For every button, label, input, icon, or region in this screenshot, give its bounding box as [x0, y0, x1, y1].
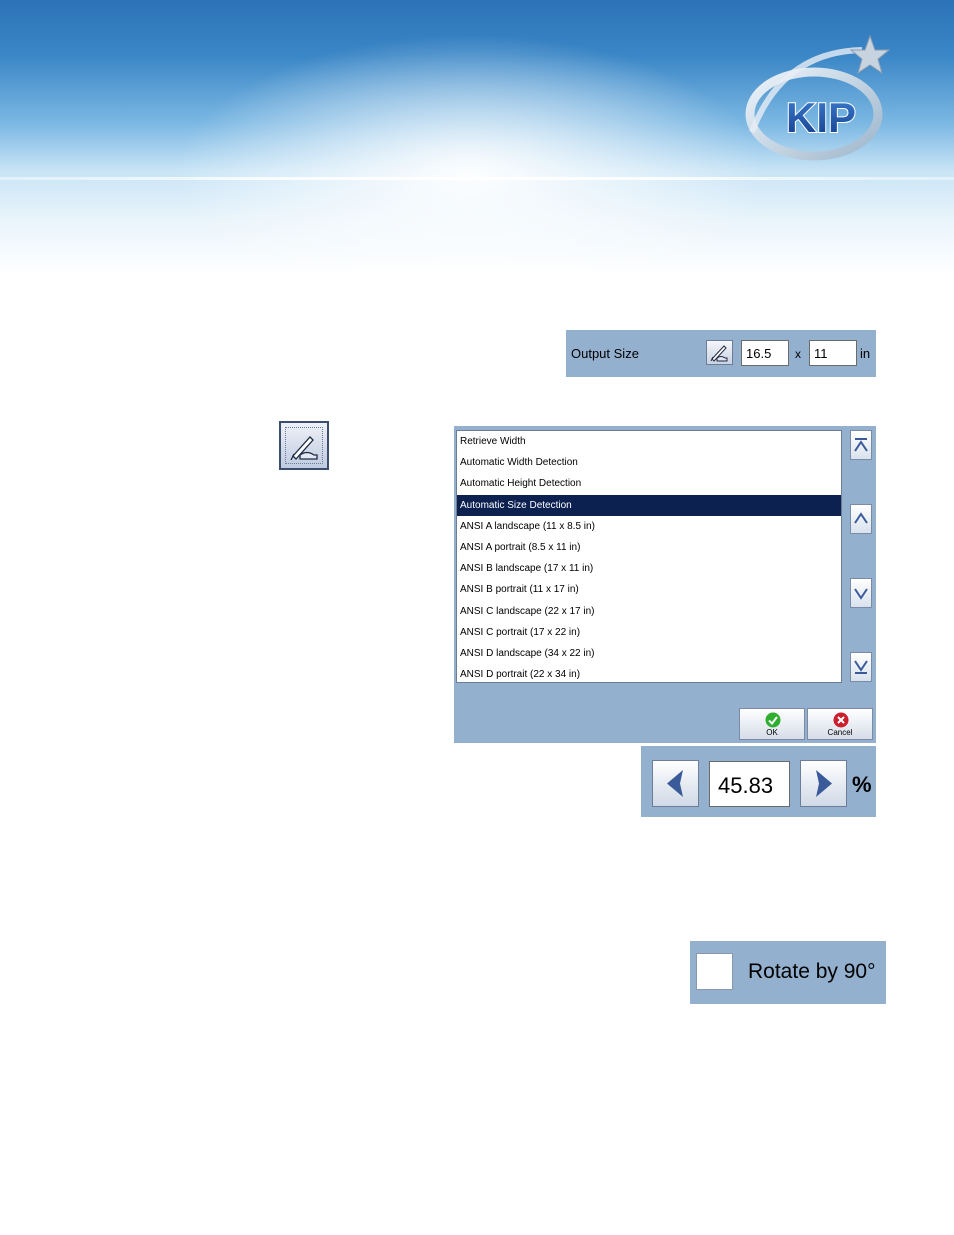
x-circle-icon [833, 712, 849, 728]
list-item-selected[interactable]: Automatic Size Detection [457, 494, 841, 516]
list-item[interactable]: ANSI D portrait (22 x 34 in) [457, 664, 841, 682]
scroll-bottom-button[interactable] [850, 652, 872, 682]
scale-panel: 45.83 % [641, 746, 876, 817]
rotate-checkbox[interactable] [696, 953, 733, 990]
list-item[interactable]: ANSI B portrait (11 x 17 in) [457, 579, 841, 600]
scroll-down-button[interactable] [850, 578, 872, 608]
edit-size-button-large[interactable] [279, 421, 329, 470]
size-separator: x [795, 347, 801, 361]
banner-divider [0, 177, 954, 180]
list-item[interactable]: Automatic Height Detection [457, 473, 841, 494]
size-selection-dialog: Retrieve Width Automatic Width Detection… [454, 426, 876, 743]
output-size-panel: Output Size 16.5 x 11 in [566, 330, 876, 377]
edit-size-button[interactable] [706, 340, 733, 365]
list-item[interactable]: ANSI C portrait (17 x 22 in) [457, 622, 841, 643]
scroll-bottom-icon [854, 660, 868, 674]
list-item[interactable]: ANSI D landscape (34 x 22 in) [457, 643, 841, 664]
scale-input[interactable]: 45.83 [709, 761, 790, 807]
size-listbox[interactable]: Retrieve Width Automatic Width Detection… [456, 430, 842, 683]
output-size-label: Output Size [571, 346, 639, 361]
scale-increase-button[interactable] [800, 760, 847, 807]
logo-text: KIP [786, 94, 856, 141]
size-unit: in [860, 346, 871, 361]
rotate-label: Rotate by 90° [748, 960, 876, 983]
scroll-top-icon [854, 438, 868, 452]
arrow-left-icon [667, 770, 683, 797]
scroll-top-button[interactable] [850, 430, 872, 460]
scale-unit: % [852, 772, 872, 797]
list-item[interactable]: ANSI B landscape (17 x 11 in) [457, 558, 841, 579]
output-width-input[interactable]: 16.5 [741, 340, 789, 366]
list-item[interactable]: ANSI A portrait (8.5 x 11 in) [457, 537, 841, 558]
checkmark-icon [765, 712, 781, 728]
output-height-input[interactable]: 11 [809, 340, 857, 366]
cancel-button[interactable]: Cancel [807, 708, 873, 740]
cancel-label: Cancel [827, 728, 853, 737]
scale-decrease-button[interactable] [652, 760, 699, 807]
list-item[interactable]: Automatic Width Detection [457, 452, 841, 473]
pen-edit-icon [290, 436, 318, 461]
scroll-down-icon [854, 588, 868, 600]
scroll-up-icon [854, 512, 868, 524]
pen-edit-icon [710, 345, 728, 362]
kip-logo: KIP [742, 32, 892, 162]
rotate-panel: Rotate by 90° [690, 941, 886, 1004]
list-item[interactable]: ANSI A landscape (11 x 8.5 in) [457, 516, 841, 537]
ok-button[interactable]: OK [739, 708, 805, 740]
arrow-right-icon [816, 770, 832, 797]
list-item[interactable]: Retrieve Width [457, 431, 841, 452]
list-item[interactable]: ANSI C landscape (22 x 17 in) [457, 601, 841, 622]
scroll-up-button[interactable] [850, 504, 872, 534]
ok-label: OK [766, 728, 778, 737]
